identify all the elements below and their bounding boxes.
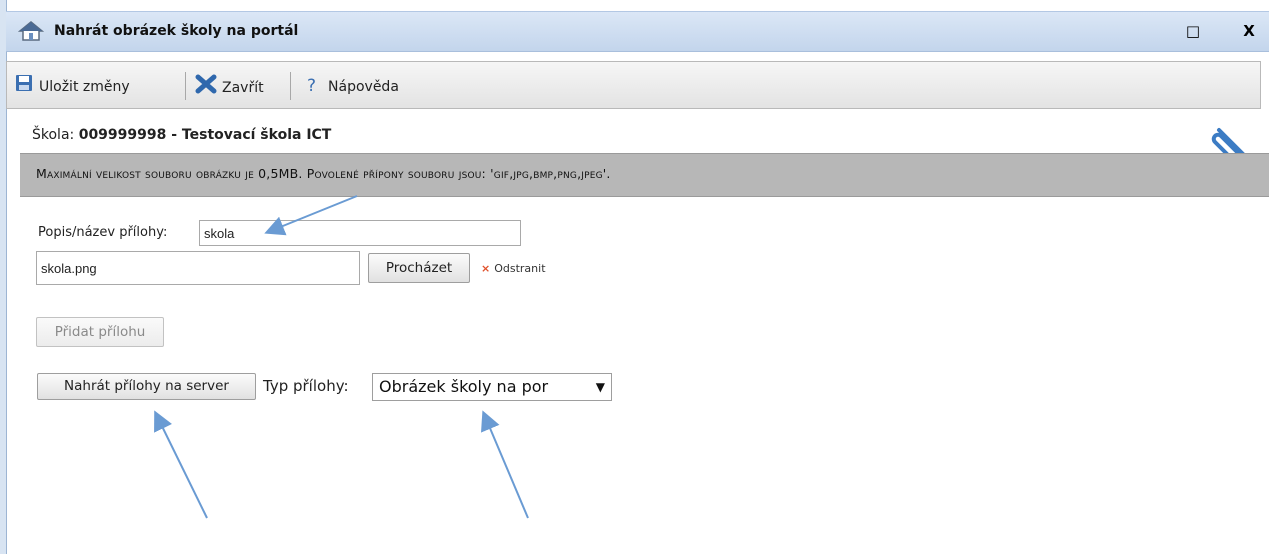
school-info: Škola: 009999998 - Testovací škola ICT <box>32 127 331 143</box>
upload-to-server-button[interactable]: Nahrát přílohy na server <box>37 373 256 400</box>
help-button[interactable]: ? Nápověda <box>307 74 399 98</box>
close-label: Zavřít <box>222 80 264 96</box>
school-value: 009999998 - Testovací škola ICT <box>78 127 332 143</box>
file-name-field <box>36 251 360 285</box>
description-label: Popis/název přílohy: <box>38 225 168 240</box>
help-label: Nápověda <box>328 79 399 95</box>
remove-label: Odstranit <box>494 262 546 275</box>
save-label: Uložit změny <box>39 79 130 95</box>
toolbar-separator <box>290 72 291 100</box>
info-banner: Maximální velikost souboru obrázku je 0,… <box>20 153 1269 197</box>
chevron-down-icon: ▼ <box>595 380 605 394</box>
toolbar-separator <box>185 72 186 100</box>
add-attachment-button[interactable]: Přidat přílohu <box>36 317 164 347</box>
window-title: Nahrát obrázek školy na portál <box>54 23 299 39</box>
attachment-type-select[interactable]: Obrázek školy na por ▼ <box>372 373 612 401</box>
close-x-icon <box>195 74 217 102</box>
maximize-button[interactable]: □ <box>1182 20 1204 42</box>
banner-text: Maximální velikost souboru obrázku je 0,… <box>36 166 611 181</box>
save-button[interactable]: Uložit změny <box>15 74 130 98</box>
remove-icon: × <box>481 262 491 275</box>
title-bar[interactable]: Nahrát obrázek školy na portál □ X <box>6 11 1269 52</box>
dialog-window: Nahrát obrázek školy na portál □ X Uloži… <box>0 0 1269 554</box>
home-icon <box>17 20 45 42</box>
description-input[interactable] <box>199 220 521 246</box>
save-icon <box>15 74 33 100</box>
close-button[interactable]: Zavřít <box>195 74 264 98</box>
browse-button[interactable]: Procházet <box>368 253 470 283</box>
help-icon: ? <box>307 76 317 96</box>
attachment-type-value: Obrázek školy na por <box>379 377 549 396</box>
attachment-type-label: Typ přílohy: <box>263 377 349 395</box>
toolbar: Uložit změny Zavřít ? Nápověda <box>6 61 1261 109</box>
close-window-button[interactable]: X <box>1238 20 1260 42</box>
school-label: Škola: <box>32 127 75 143</box>
remove-link[interactable]: × Odstranit <box>481 262 546 275</box>
